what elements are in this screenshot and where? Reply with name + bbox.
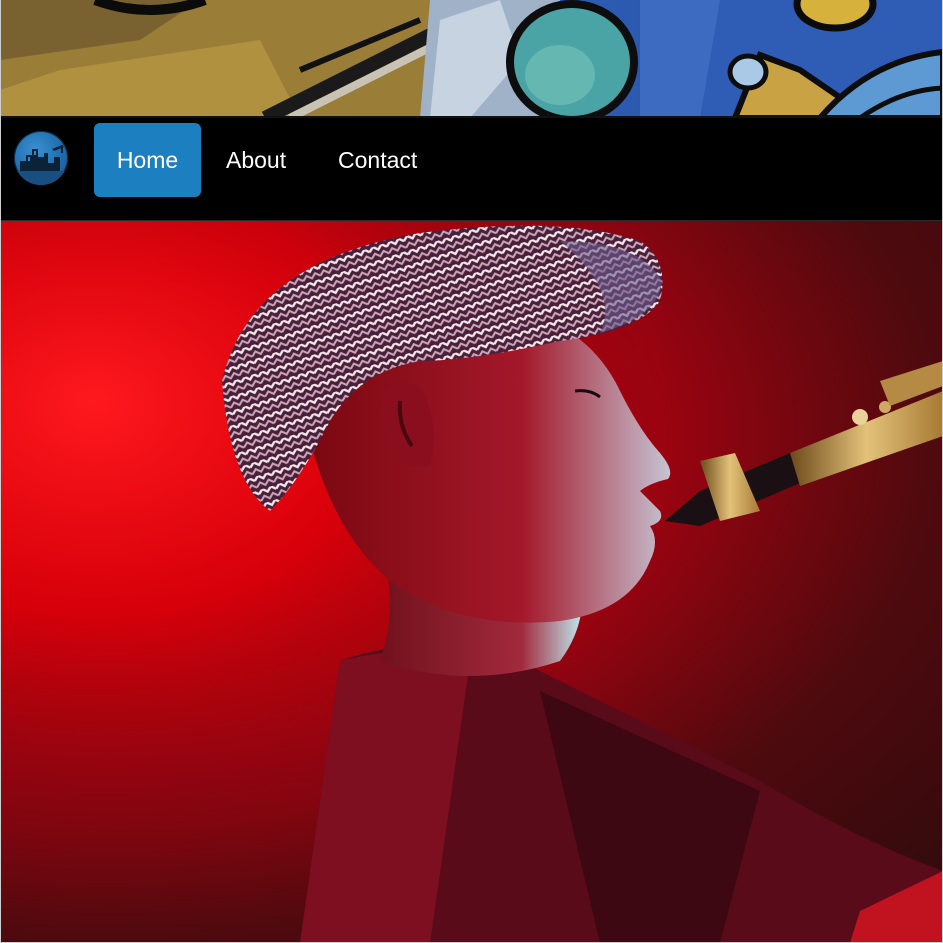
hero-saxophone-photo (0, 221, 943, 943)
nav-contact-link[interactable]: Contact (318, 123, 437, 197)
site-logo-icon[interactable] (14, 131, 68, 185)
nav-home-link[interactable]: Home (94, 123, 201, 197)
page: Home About Contact (0, 0, 943, 943)
main-navbar: Home About Contact (0, 118, 943, 221)
nav-about-link[interactable]: About (206, 123, 306, 197)
mural-banner-image (0, 0, 943, 118)
